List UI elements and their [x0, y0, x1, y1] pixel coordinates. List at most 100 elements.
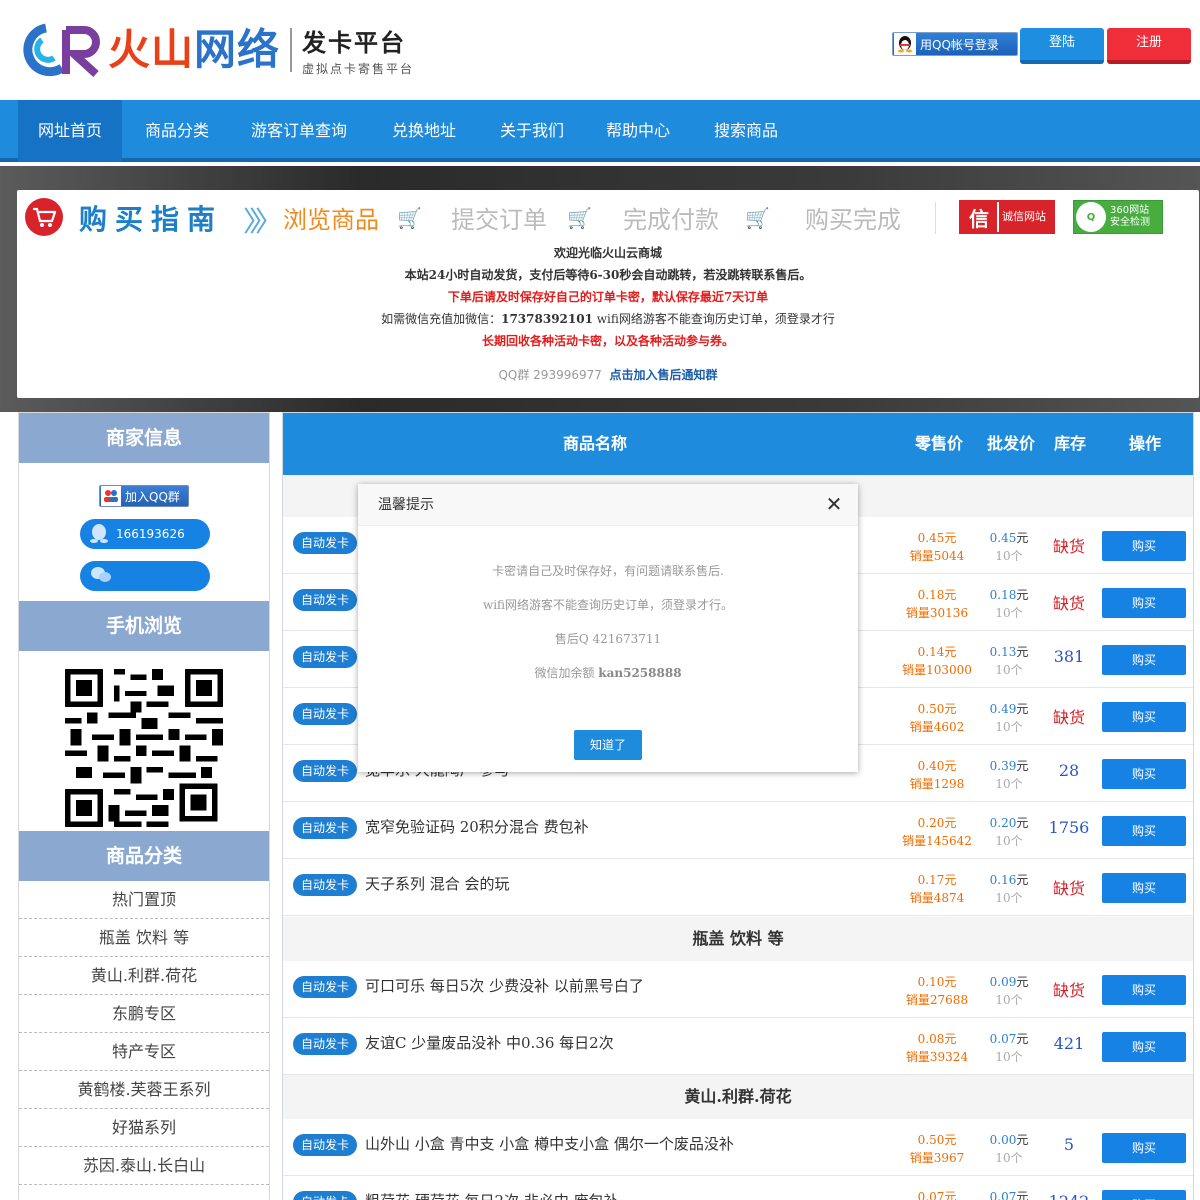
qq-login-button[interactable]: 用QQ帐号登录 — [892, 32, 1018, 56]
wholesale-price-value: 0.00 — [989, 1133, 1017, 1147]
notice-wifi-note: wifi网络游客不能查询历史订单，须登录才行 — [592, 312, 835, 326]
product-name[interactable]: 天子系列 混合 会的玩 — [365, 873, 510, 894]
trust-icon: 信 — [961, 202, 997, 232]
badge-360-line1: 360网站 — [1110, 205, 1150, 216]
qq-group-join-link[interactable]: 点击加入售后通知群 — [610, 368, 718, 382]
category-item[interactable]: 东鹏专区 — [19, 995, 269, 1033]
stock-value: 1242 — [1039, 1192, 1099, 1200]
wholesale-price: 0.13元 10个 — [983, 643, 1035, 679]
retail-price: 0.40元 销量1298 — [895, 757, 979, 793]
security-360-badge[interactable]: Q 360网站 安全检测 — [1073, 200, 1163, 234]
yuan-unit: 元 — [1016, 873, 1029, 887]
buy-button[interactable]: 购买 — [1102, 645, 1186, 675]
nav-guest-order[interactable]: 游客订单查询 — [236, 100, 362, 162]
wholesale-price: 0.07元10个 — [983, 1188, 1035, 1200]
col-wholesale-price: 批发价 — [987, 434, 1036, 453]
product-name[interactable]: 可口可乐 每日5次 少费没补 以前黑号白了 — [365, 975, 644, 996]
product-name[interactable]: 宽窄免验证码 20积分混合 费包补 — [365, 816, 589, 837]
retail-price: 0.14元 销量103000 — [895, 643, 979, 679]
wholesale-price: 0.39元 10个 — [983, 757, 1035, 793]
logo-subtitle: 虚拟点卡寄售平台 — [302, 62, 415, 76]
qq-group-number: 293996977 — [533, 368, 602, 382]
product-name[interactable]: 友谊C 少量废品没补 中0.36 每日2次 — [365, 1032, 614, 1053]
buy-button[interactable]: 购买 — [1102, 816, 1186, 846]
retail-price-value: 0.20 — [917, 816, 945, 830]
retail-price-value: 0.18 — [917, 588, 945, 602]
trust-site-badge[interactable]: 信 诚信网站 — [959, 200, 1055, 234]
stock-value: 1756 — [1048, 818, 1090, 837]
retail-price: 0.50元 销量3967 — [895, 1131, 979, 1167]
notice-auto-delivery: 本站24小时自动发货，支付后等待6-30秒会自动跳转，若没跳转联系售后。 — [404, 268, 812, 282]
category-item[interactable]: 苏因.泰山.长白山 — [19, 1147, 269, 1185]
yuan-unit: 元 — [944, 645, 957, 659]
wholesale-min-qty: 10个 — [995, 720, 1023, 734]
product-name[interactable]: 山外山 小盒 青中支 小盒 樽中支小盒 偶尔一个废品没补 — [365, 1133, 734, 1154]
buy-button[interactable]: 购买 — [1102, 1190, 1186, 1200]
buy-button[interactable]: 购买 — [1102, 531, 1186, 561]
buy-button[interactable]: 购买 — [1102, 588, 1186, 618]
category-item[interactable]: 黄山.利群.荷花 — [19, 957, 269, 995]
badge-360-line2: 安全检测 — [1110, 217, 1150, 228]
site-logo[interactable]: 火山网络 发卡平台 虚拟点卡寄售平台 — [18, 22, 414, 78]
yuan-unit: 元 — [944, 873, 957, 887]
wholesale-min-qty: 10个 — [995, 1151, 1023, 1165]
wholesale-price-value: 0.39 — [989, 759, 1017, 773]
buy-button[interactable]: 购买 — [1102, 759, 1186, 789]
yuan-unit: 元 — [1016, 702, 1029, 716]
sold-count: 30136 — [929, 606, 969, 620]
table-row: 自动发卡 宽窄免验证码 20积分混合 费包补 0.20元 销量145642 0.20元 1… — [283, 802, 1193, 859]
buy-button[interactable]: 购买 — [1102, 702, 1186, 732]
cart-step-icon: 🛒 — [397, 206, 422, 230]
nav-home[interactable]: 网址首页 — [18, 100, 122, 162]
modal-ok-button[interactable]: 知道了 — [574, 730, 642, 760]
magnifier-icon: Q — [1076, 202, 1106, 232]
nav-redeem[interactable]: 兑换地址 — [374, 100, 474, 162]
guide-title: 购买指南 — [79, 203, 224, 236]
modal-line-save: 卡密请自己及时保存好，有问题请联系售后. — [492, 564, 724, 578]
sold-count: 145642 — [926, 834, 972, 848]
nav-search[interactable]: 搜索商品 — [698, 100, 794, 162]
logo-name: 火山网络 — [108, 22, 280, 78]
modal-line-wechat: 微信加余额 kan5258888 — [358, 664, 858, 681]
buy-button[interactable]: 购买 — [1102, 1133, 1186, 1163]
yuan-unit: 元 — [1016, 816, 1029, 830]
step-done: 购买完成 — [805, 206, 901, 234]
wechat-contact-button[interactable] — [80, 561, 210, 591]
login-button[interactable]: 登陆 — [1020, 28, 1104, 64]
sold-label: 销量 — [909, 1151, 934, 1165]
chevrons-icon: 〉〉〉 — [243, 205, 283, 238]
buy-button[interactable]: 购买 — [1102, 1032, 1186, 1062]
qq-contact-button[interactable]: 166193626 — [80, 519, 210, 549]
buy-button[interactable]: 购买 — [1102, 873, 1186, 903]
join-qq-group-button[interactable]: 加入QQ群 — [99, 485, 189, 507]
category-item[interactable]: 瓶盖 饮料 等 — [19, 919, 269, 957]
nav-about[interactable]: 关于我们 — [482, 100, 582, 162]
notice-recycle: 长期回收各种活动卡密，以及各种活动参与券。 — [481, 334, 734, 348]
step-browse: 浏览商品 — [283, 206, 379, 234]
group-people-icon — [101, 486, 121, 506]
retail-price: 0.20元销量145642 — [895, 814, 979, 850]
notice-save-cards: 下单后请及时保存好自己的订单卡密，默认保存最近7天订单 — [447, 290, 769, 304]
nav-help[interactable]: 帮助中心 — [590, 100, 686, 162]
buy-button[interactable]: 购买 — [1102, 975, 1186, 1005]
trust-badge-label: 诚信网站 — [999, 202, 1053, 232]
notice-welcome: 欢迎光临火山云商城 — [553, 246, 662, 260]
category-item[interactable]: 黄鹤楼.芙蓉王系列 — [19, 1071, 269, 1109]
table-row: 自动发卡 山外山 小盒 青中支 小盒 樽中支小盒 偶尔一个废品没补 0.50元 销量3… — [283, 1119, 1193, 1176]
shopping-cart-icon — [25, 198, 63, 236]
sold-count: 3967 — [933, 1151, 965, 1165]
sold-label: 销量 — [902, 834, 927, 848]
auto-delivery-tag: 自动发卡 — [293, 532, 357, 554]
product-name[interactable]: 粗荷花 硬荷花 每日2次 非必中 废包补 — [365, 1190, 619, 1200]
auto-delivery-tag: 自动发卡 — [293, 589, 357, 611]
step-pay: 完成付款 — [623, 206, 719, 234]
category-item[interactable]: 热门置顶 — [19, 881, 269, 919]
register-button[interactable]: 注册 — [1107, 28, 1191, 64]
category-item[interactable]: 好猫系列 — [19, 1109, 269, 1147]
close-icon[interactable]: ✕ — [824, 494, 844, 514]
mobile-title: 手机浏览 — [19, 601, 269, 651]
sold-label: 销量 — [905, 606, 930, 620]
nav-categories[interactable]: 商品分类 — [126, 100, 228, 162]
yuan-unit: 元 — [944, 816, 957, 830]
category-item[interactable]: 特产专区 — [19, 1033, 269, 1071]
